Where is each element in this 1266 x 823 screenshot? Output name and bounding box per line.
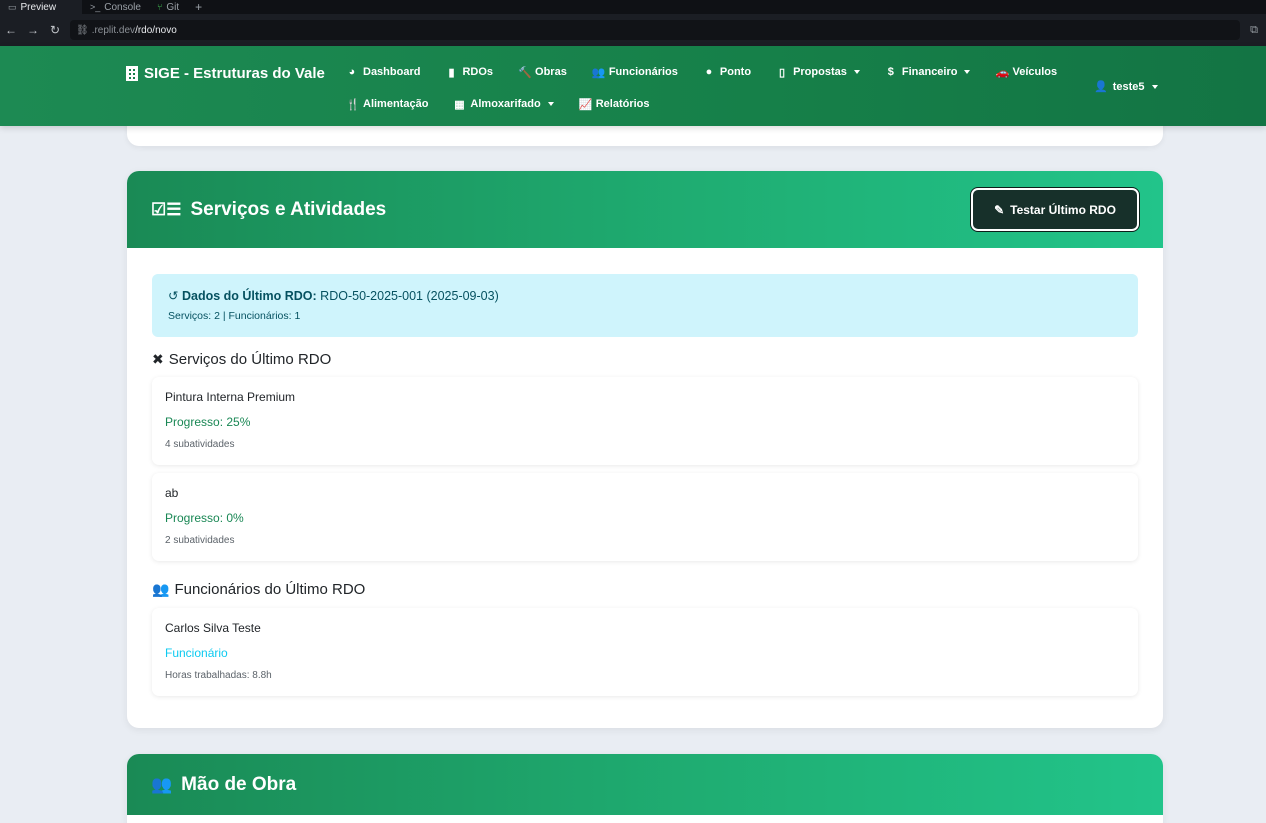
clipboard-icon: ▮ <box>448 66 455 79</box>
chart-icon: 📈 <box>578 98 593 111</box>
tab-console[interactable]: >_ Console <box>82 0 149 14</box>
devices-icon[interactable]: ⧉ <box>1250 24 1258 37</box>
monitor-icon: ▭ <box>8 1 17 12</box>
employee-name: Carlos Silva Teste <box>165 621 261 635</box>
labor-card-header: 👥 Mão de Obra <box>127 754 1163 815</box>
clock-icon: ● <box>705 66 713 78</box>
nav-label: Propostas <box>793 66 847 78</box>
forward-icon[interactable]: → <box>22 23 44 37</box>
tab-preview[interactable]: ▭ Preview <box>0 0 82 14</box>
gauge-icon: ◕ <box>348 66 356 78</box>
alert-details: Serviços: 2 | Funcionários: 1 <box>168 310 301 322</box>
service-item: ab Progresso: 0% 2 subatividades <box>152 473 1138 561</box>
services-section-title: ✖ Serviços do Último RDO <box>152 351 331 368</box>
pencil-icon: ✎ <box>994 202 1005 217</box>
reload-icon[interactable]: ↻ <box>44 23 66 37</box>
services-section-label: Serviços do Último RDO <box>168 351 332 368</box>
employee-role: Funcionário <box>165 646 228 660</box>
history-icon: ↺ <box>168 289 179 303</box>
services-card-title: Serviços e Atividades <box>190 198 387 220</box>
dollar-icon: $ <box>887 66 894 78</box>
hammer-icon: 🔨 <box>518 66 532 79</box>
test-last-rdo-label: Testar Último RDO <box>1010 202 1116 217</box>
employee-hours: Horas trabalhadas: 8.8h <box>165 670 272 681</box>
link-icon: ⛓ <box>76 24 89 36</box>
browser-tab-strip: ▭ Preview >_ Console ⑂ Git + <box>0 0 1266 14</box>
new-tab-icon[interactable]: + <box>187 0 210 14</box>
nav-row-secondary: 🍴 Alimentação ▦ Almoxarifado 📈 Relatórios <box>346 97 675 111</box>
url-host: .replit.dev <box>91 24 136 36</box>
nav-rdos[interactable]: ▮ RDOs <box>445 65 493 79</box>
url-path: /rdo/novo <box>135 24 177 36</box>
test-last-rdo-button[interactable]: ✎ Testar Último RDO <box>971 188 1139 231</box>
file-icon: ▯ <box>779 66 786 79</box>
nav-label: Dashboard <box>363 66 421 78</box>
terminal-icon: >_ <box>90 2 101 12</box>
service-item: Pintura Interna Premium Progresso: 25% 4… <box>152 377 1138 465</box>
service-progress: Progresso: 25% <box>165 415 251 429</box>
service-name: ab <box>165 486 179 500</box>
nav-relatorios[interactable]: 📈 Relatórios <box>579 97 650 111</box>
tab-git-label: Git <box>166 1 180 13</box>
employees-section-label: Funcionários do Último RDO <box>174 581 366 598</box>
user-name: teste5 <box>1112 80 1145 93</box>
service-subactivities: 4 subatividades <box>165 439 235 450</box>
nav-veiculos[interactable]: 🚗 Veículos <box>995 65 1057 79</box>
brand-label: SIGE - Estruturas do Vale <box>144 65 325 82</box>
nav-label: Relatórios <box>595 98 650 110</box>
labor-card-title: Mão de Obra <box>181 773 297 795</box>
service-name: Pintura Interna Premium <box>165 390 296 404</box>
nav-label: Financeiro <box>901 66 958 78</box>
car-icon: 🚗 <box>995 66 1010 79</box>
alert-label: Dados do Último RDO: <box>181 289 317 303</box>
nav-almoxarifado[interactable]: ▦ Almoxarifado <box>453 97 554 111</box>
tab-console-label: Console <box>104 1 141 13</box>
tab-git[interactable]: ⑂ Git <box>149 0 187 14</box>
service-subactivities: 2 subatividades <box>165 535 235 546</box>
employee-item: Carlos Silva Teste Funcionário Horas tra… <box>152 608 1138 696</box>
alert-value: RDO-50-2025-001 (2025-09-03) <box>320 289 499 303</box>
user-menu[interactable]: 👤 teste5 <box>1094 80 1158 93</box>
caret-down-icon <box>547 102 554 106</box>
users-icon: 👥 <box>152 581 170 597</box>
user-icon: 👤 <box>1094 81 1108 93</box>
nav-label: Almoxarifado <box>470 98 541 110</box>
nav-alimentacao[interactable]: 🍴 Alimentação <box>346 97 428 111</box>
caret-down-icon <box>964 70 971 74</box>
tools-icon: ✖ <box>152 351 164 367</box>
service-progress: Progresso: 0% <box>165 511 244 525</box>
nav-label: Funcionários <box>608 66 678 78</box>
nav-label: Alimentação <box>363 98 429 110</box>
nav-obras[interactable]: 🔨 Obras <box>518 65 567 79</box>
boxes-icon: ▦ <box>454 98 465 111</box>
nav-label: RDOs <box>462 66 494 78</box>
users-icon: 👥 <box>591 66 606 79</box>
address-bar: ← → ↻ ⛓ .replit.dev/rdo/novo ⧉ <box>0 14 1266 46</box>
users-icon: 👥 <box>151 774 173 794</box>
nav-propostas[interactable]: ▯ Propostas <box>776 65 860 79</box>
tasks-icon: ☑☰ <box>151 199 182 219</box>
nav-ponto[interactable]: ● Ponto <box>703 65 752 79</box>
nav-funcionarios[interactable]: 👥 Funcionários <box>592 65 678 79</box>
url-field[interactable]: ⛓ .replit.dev/rdo/novo <box>70 20 1240 40</box>
labor-card: 👥 Mão de Obra <box>127 754 1163 823</box>
nav-label: Ponto <box>719 66 752 78</box>
last-rdo-alert: ↺ Dados do Último RDO: RDO-50-2025-001 (… <box>152 274 1138 337</box>
nav-label: Obras <box>535 66 567 78</box>
services-card: ☑☰ Serviços e Atividades ✎ Testar Último… <box>127 171 1163 728</box>
caret-down-icon <box>853 70 860 74</box>
nav-financeiro[interactable]: $ Financeiro <box>885 65 971 79</box>
building-icon <box>126 66 138 81</box>
utensils-icon: 🍴 <box>346 98 360 111</box>
git-icon: ⑂ <box>156 2 163 12</box>
brand[interactable]: SIGE - Estruturas do Vale <box>126 65 325 82</box>
app-navbar: SIGE - Estruturas do Vale ◕ Dashboard ▮ RD… <box>0 46 1266 126</box>
employees-section-title: 👥 Funcionários do Último RDO <box>152 581 365 598</box>
tab-preview-label: Preview <box>20 1 57 13</box>
nav-dashboard[interactable]: ◕ Dashboard <box>346 65 421 79</box>
nav-label: Veículos <box>1012 66 1058 78</box>
caret-down-icon <box>1151 84 1158 89</box>
back-icon[interactable]: ← <box>0 23 22 37</box>
nav-row-primary: ◕ Dashboard ▮ RDOs 🔨 Obras 👥 Funcionários ● P… <box>346 65 1082 79</box>
